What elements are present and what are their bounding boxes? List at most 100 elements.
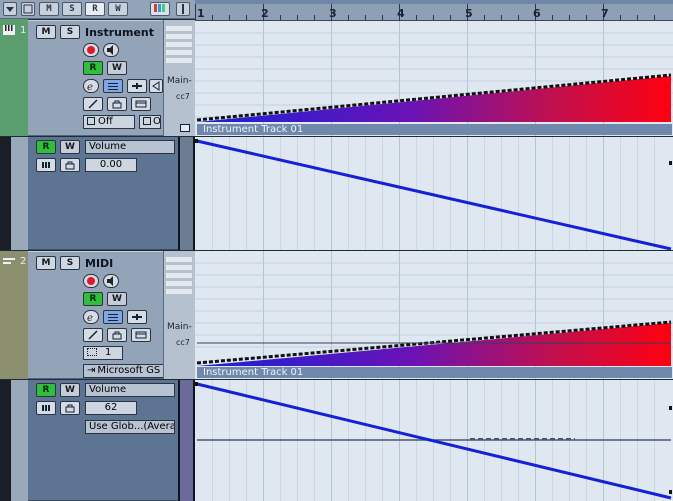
pencil-icon[interactable] — [83, 97, 103, 111]
track-2-channel-field[interactable]: 1 — [83, 346, 123, 360]
auto-lock-icon[interactable] — [60, 401, 80, 415]
track-1-small-box-icon[interactable] — [180, 124, 190, 132]
track-2-write-button[interactable]: W — [107, 292, 127, 306]
channel-grid-icon — [87, 348, 97, 356]
lanes-icon[interactable] — [103, 79, 123, 93]
track-1-controller-panel[interactable]: Main- cc7 — [163, 20, 195, 136]
track-2-number: 2 — [20, 256, 27, 267]
track-2-device-field[interactable]: ⇥ Microsoft GS — [83, 364, 171, 378]
track-1-solo-button[interactable]: S — [60, 25, 80, 39]
track-1-event-lane[interactable] — [195, 21, 673, 136]
auto-1-write-button[interactable]: W — [60, 140, 80, 154]
write-all-button[interactable]: W — [108, 2, 128, 16]
track-1-output-value-2: O — [153, 116, 161, 127]
freeze-icon[interactable] — [149, 79, 163, 93]
edit-instrument-icon[interactable]: e — [83, 79, 99, 93]
track-1-automation-lane[interactable] — [195, 137, 673, 250]
track-2-auto-indent — [11, 380, 28, 501]
folder-icon[interactable] — [131, 97, 151, 111]
track-2-read-button[interactable]: R — [83, 292, 103, 306]
track-1-auto-indent — [11, 137, 28, 250]
insert-icon[interactable] — [127, 310, 147, 324]
track-colors-icon[interactable] — [150, 2, 170, 16]
track-1-output-value: Off — [98, 116, 113, 127]
track-1-output-field[interactable]: Off — [83, 115, 135, 129]
auto-2-read-button[interactable]: R — [36, 383, 56, 397]
output-arrow-icon: ⇥ — [87, 365, 96, 376]
track-2-device-value: Microsoft GS — [97, 365, 161, 376]
lanes-icon[interactable] — [103, 310, 123, 324]
insert-icon[interactable] — [127, 79, 147, 93]
auto-mute-icon[interactable] — [36, 401, 56, 415]
track-2-controller-ramp[interactable] — [195, 251, 673, 379]
monitor-speaker-icon[interactable] — [103, 43, 119, 57]
ruler-bar-5: 5 — [465, 7, 473, 20]
monitor-speaker-icon[interactable] — [103, 274, 119, 288]
dropdown-icon[interactable] — [176, 2, 190, 16]
auto-2-mode-field[interactable]: Use Glob...(Avera — [85, 420, 175, 434]
track-1-cc-label: cc7 — [176, 92, 190, 101]
track-1-mute-button[interactable]: M — [36, 25, 56, 39]
auto-2-param-field[interactable]: Volume — [85, 383, 175, 397]
folder-icon[interactable] — [131, 328, 151, 342]
track-2-event-title[interactable]: Instrument Track 01 — [197, 367, 672, 378]
track-2-automation-lane[interactable] — [195, 380, 673, 501]
ruler-bar-3: 3 — [329, 7, 337, 20]
auto-1-value-field[interactable]: 0.00 — [85, 158, 137, 172]
edit-instrument-icon[interactable]: e — [83, 310, 99, 324]
track-2-channel-value: 1 — [105, 347, 112, 358]
list-icon — [143, 117, 151, 125]
track-1-scrollbar[interactable] — [180, 137, 193, 250]
track-2-solo-button[interactable]: S — [60, 256, 80, 270]
auto-1-param-field[interactable]: Volume — [85, 140, 175, 154]
track-2-controller-panel[interactable]: Main- cc7 — [163, 251, 195, 379]
track-1-output-field-2[interactable]: O — [139, 115, 161, 129]
track-1-name[interactable]: Instrument — [85, 26, 154, 39]
instrument-track-icon — [3, 24, 15, 39]
lock-icon[interactable] — [107, 328, 127, 342]
auto-2-write-button[interactable]: W — [60, 383, 80, 397]
collapse-icon[interactable] — [3, 2, 17, 16]
bar-ruler[interactable]: 1 2 3 4 5 6 7 — [195, 0, 673, 21]
ruler-bar-4: 4 — [397, 7, 405, 20]
track-list-toolbar: M S R W — [0, 0, 195, 19]
svg-text:e: e — [87, 82, 93, 91]
show-all-icon[interactable] — [21, 2, 35, 16]
auto-1-read-button[interactable]: R — [36, 140, 56, 154]
pencil-icon[interactable] — [83, 328, 103, 342]
track-2-cc-label: cc7 — [176, 338, 190, 347]
track-2-scrollbar[interactable] — [180, 380, 193, 501]
ruler-bar-1: 1 — [197, 7, 205, 20]
record-enable-icon[interactable] — [83, 43, 99, 57]
read-all-button[interactable]: R — [85, 2, 105, 16]
track-1-controls: M S Instrument R W e Off O — [28, 20, 178, 136]
ruler-bar-6: 6 — [533, 7, 541, 20]
track-1-event-title[interactable]: Instrument Track 01 — [197, 124, 672, 135]
record-enable-icon[interactable] — [83, 274, 99, 288]
track-2-name[interactable]: MIDI — [85, 257, 113, 270]
track-1-read-button[interactable]: R — [83, 61, 103, 75]
ruler-bar-2: 2 — [261, 7, 269, 20]
track-2-mute-button[interactable]: M — [36, 256, 56, 270]
track-2-event-lane[interactable] — [195, 251, 673, 379]
track-1-automation-controls: R W Volume 0.00 — [28, 137, 178, 250]
track-1-number: 1 — [20, 25, 27, 36]
track-1-controller-ramp[interactable] — [195, 21, 673, 136]
solo-all-button[interactable]: S — [62, 2, 82, 16]
track-1-write-button[interactable]: W — [107, 61, 127, 75]
auto-2-value-field[interactable]: 62 — [85, 401, 137, 415]
track-2-automation-controls: R W Volume 62 Use Glob...(Avera — [28, 380, 178, 501]
track-2-controls: M S MIDI R W e 1 ⇥ Microsoft GS — [28, 251, 178, 379]
auto-lock-icon[interactable] — [60, 158, 80, 172]
track-2-mini-label: Main- — [167, 322, 192, 332]
midi-track-icon — [3, 256, 15, 271]
track-2-automation-curve[interactable] — [195, 380, 673, 501]
lock-icon[interactable] — [107, 97, 127, 111]
list-icon — [87, 117, 95, 125]
mute-all-button[interactable]: M — [39, 2, 59, 16]
svg-text:e: e — [87, 313, 93, 322]
auto-mute-icon[interactable] — [36, 158, 56, 172]
track-1-mini-label: Main- — [167, 76, 192, 86]
track-1-automation-curve[interactable] — [195, 137, 673, 250]
ruler-bar-7: 7 — [601, 7, 609, 20]
